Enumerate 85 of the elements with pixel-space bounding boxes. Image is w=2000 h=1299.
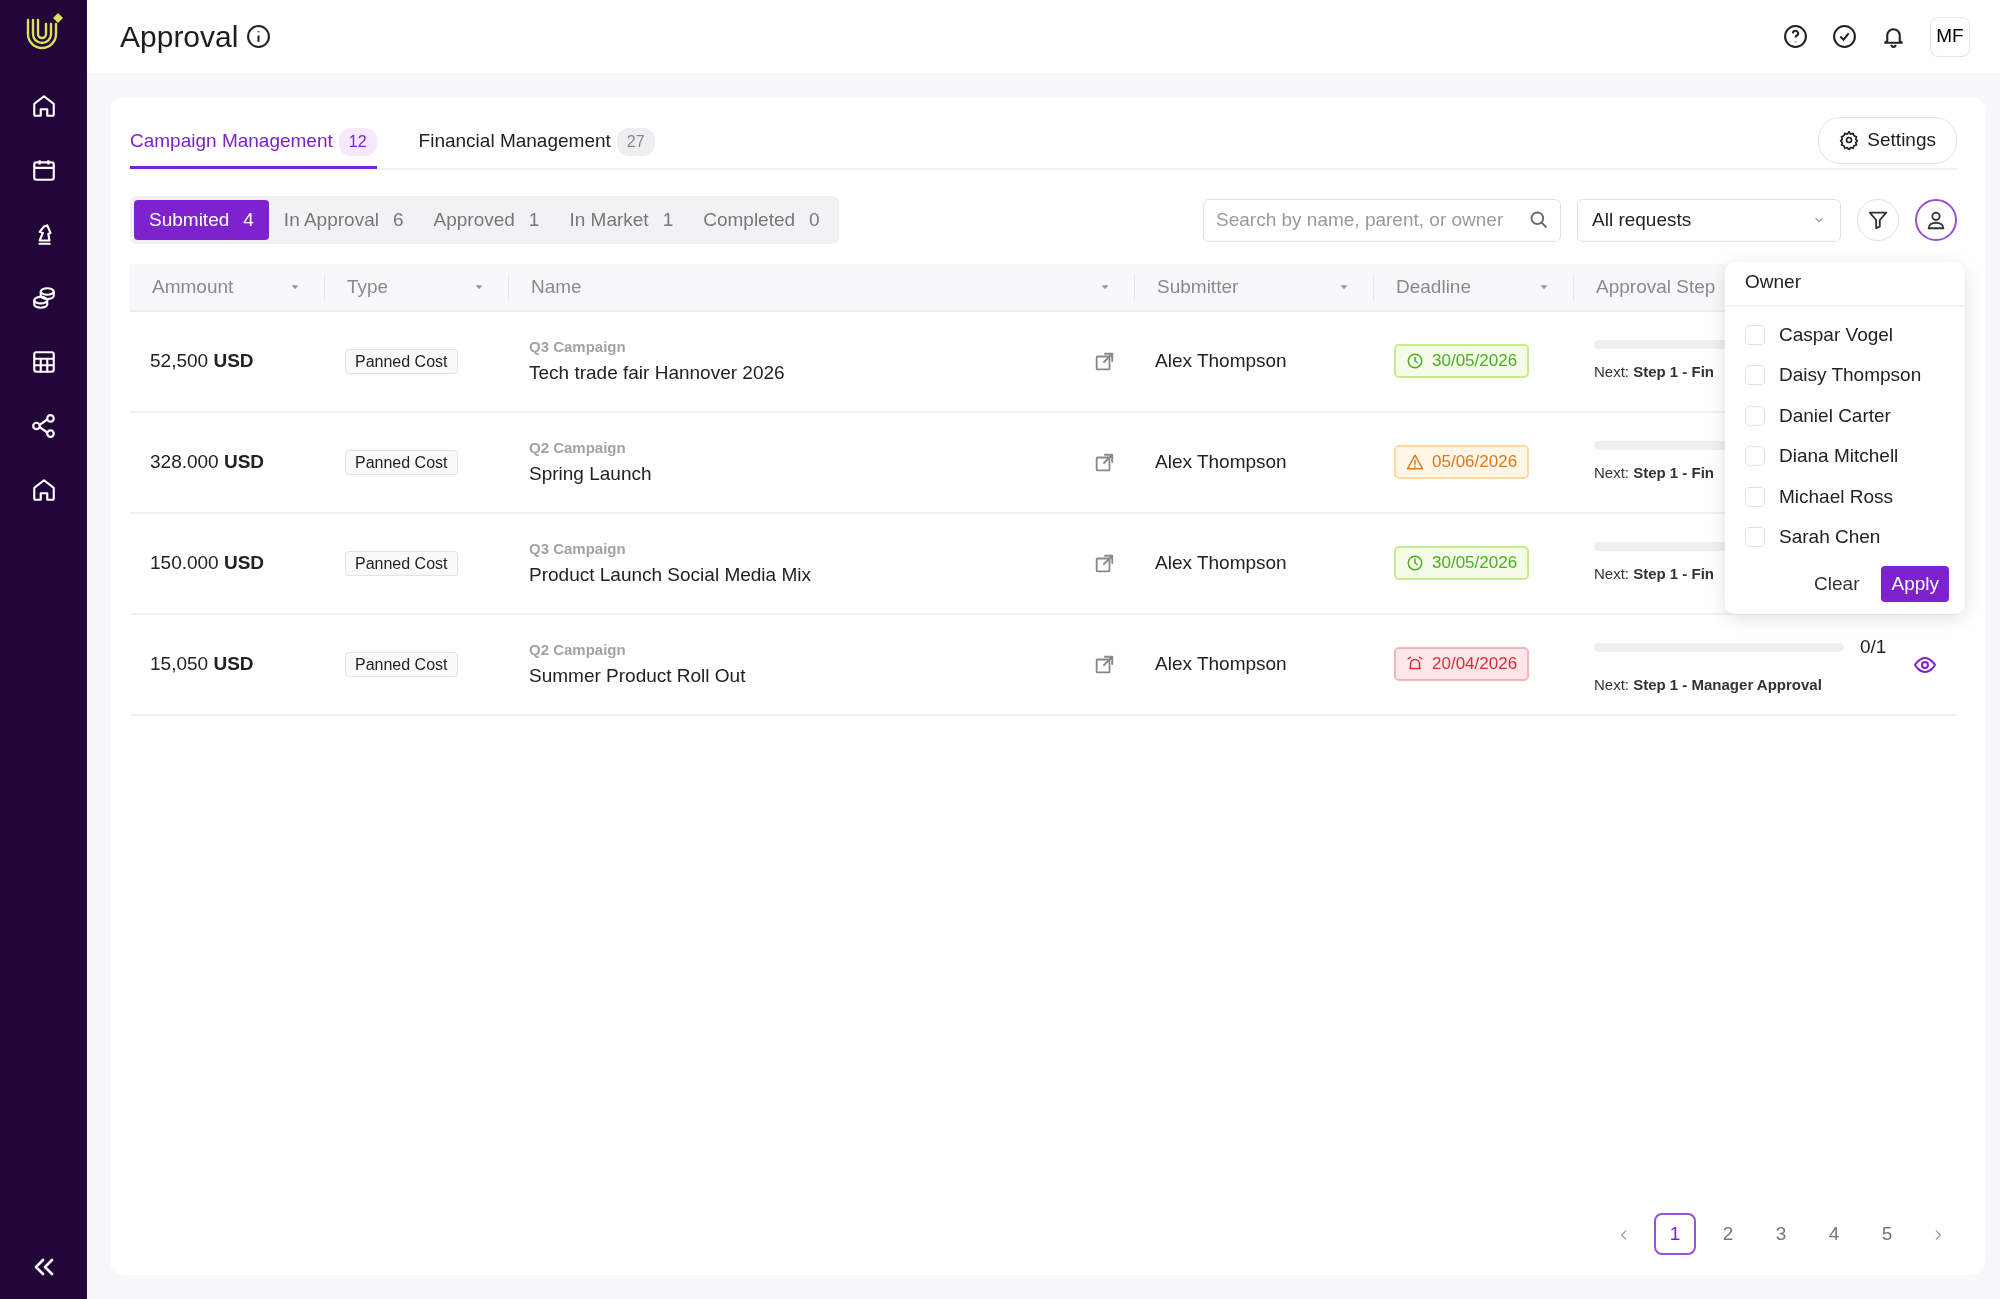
checkbox[interactable] [1745, 405, 1765, 426]
status-filter-tab[interactable]: In Approval 6 [268, 199, 419, 241]
cost-type-tag: Panned Cost [345, 652, 458, 678]
progress-count: 0/1 [1860, 635, 1887, 659]
clock-icon [1406, 352, 1424, 371]
checkbox[interactable] [1745, 527, 1765, 548]
checkbox[interactable] [1745, 365, 1765, 386]
settings-button[interactable]: Settings [1818, 117, 1957, 164]
submitter-name: Alex Thompson [1155, 653, 1287, 675]
home-icon[interactable] [30, 477, 57, 503]
owner-option[interactable]: Sarah Chen [1725, 517, 1965, 558]
owner-option[interactable]: Daniel Carter [1725, 395, 1965, 436]
next-step-text: Next: Step 1 - Manager Approval [1594, 674, 1822, 695]
share-icon[interactable] [30, 413, 57, 439]
cost-type-tag: Panned Cost [345, 551, 458, 577]
owner-option[interactable]: Diana Mitchell [1725, 436, 1965, 477]
page-button[interactable]: 1 [1654, 1213, 1696, 1255]
deadline-date: 05/06/2026 [1432, 451, 1518, 474]
amount-text: 15,050 USD [150, 653, 254, 675]
cost-type-tag: Panned Cost [345, 349, 458, 375]
tab[interactable]: Financial Management 27 [418, 117, 655, 169]
request-select[interactable]: All requests [1577, 198, 1841, 242]
check-circle-icon[interactable] [1832, 24, 1857, 49]
gear-icon [1839, 130, 1860, 151]
owner-option[interactable]: Michael Ross [1725, 476, 1965, 517]
parent-campaign: Q2 Campaign [529, 640, 626, 660]
status-filter-tab[interactable]: Submited 4 [134, 199, 269, 241]
count-badge: 27 [616, 128, 655, 156]
clock-icon [1406, 554, 1424, 573]
person-icon [1925, 209, 1947, 231]
request-name[interactable]: Summer Product Roll Out [529, 661, 746, 690]
page-button[interactable]: 3 [1760, 1213, 1802, 1255]
external-link-icon[interactable] [1093, 350, 1115, 373]
external-link-icon[interactable] [1093, 653, 1115, 676]
request-name[interactable]: Spring Launch [529, 459, 652, 488]
status-filter-tab[interactable]: Approved 1 [418, 199, 555, 241]
owner-option[interactable]: Daisy Thompson [1725, 355, 1965, 396]
funnel-icon [1867, 209, 1889, 231]
table-icon[interactable] [30, 349, 57, 375]
clear-button[interactable]: Clear [1808, 568, 1866, 599]
checkbox[interactable] [1745, 486, 1765, 507]
info-icon[interactable] [246, 24, 272, 49]
parent-campaign: Q3 Campaign [529, 337, 626, 357]
next-step-text: Next: Step 1 - Fin [1594, 462, 1715, 483]
next-step-text: Next: Step 1 - Fin [1594, 361, 1715, 382]
filter-button[interactable] [1857, 199, 1899, 241]
user-avatar[interactable]: MF [1930, 16, 1970, 57]
help-icon[interactable] [1783, 24, 1808, 49]
warning-icon [1406, 453, 1424, 472]
checkbox[interactable] [1745, 324, 1765, 345]
external-link-icon[interactable] [1093, 552, 1115, 575]
calendar-icon[interactable] [30, 157, 57, 183]
request-name[interactable]: Tech trade fair Hannover 2026 [529, 358, 785, 387]
status-filter-tab[interactable]: In Market 1 [554, 199, 689, 241]
submitter-name: Alex Thompson [1155, 552, 1287, 574]
deadline-date: 30/05/2026 [1432, 552, 1518, 575]
deadline-date: 20/04/2026 [1432, 653, 1518, 676]
amount-text: 328.000 USD [150, 451, 265, 473]
submitter-name: Alex Thompson [1155, 350, 1287, 372]
coins-icon[interactable] [30, 285, 57, 311]
apply-button[interactable]: Apply [1881, 565, 1949, 602]
page-button[interactable]: 2 [1707, 1213, 1749, 1255]
tab[interactable]: Campaign Management 12 [130, 117, 377, 169]
next-step-text: Next: Step 1 - Fin [1594, 563, 1715, 584]
amount-text: 52,500 USD [150, 350, 254, 372]
page-title: Approval [120, 18, 239, 55]
checkbox[interactable] [1745, 446, 1765, 467]
page-button[interactable]: 4 [1813, 1213, 1855, 1255]
search-icon [1529, 209, 1549, 230]
dropdown-title: Owner [1745, 271, 1801, 292]
parent-campaign: Q3 Campaign [529, 539, 626, 559]
cost-type-tag: Panned Cost [345, 450, 458, 476]
parent-campaign: Q2 Campaign [529, 438, 626, 458]
count-badge: 12 [338, 128, 377, 156]
page-button[interactable]: 5 [1866, 1213, 1908, 1255]
owner-filter-button[interactable] [1915, 199, 1957, 241]
status-filter-tab[interactable]: Completed 0 [688, 199, 835, 241]
deadline-date: 30/05/2026 [1432, 350, 1518, 373]
amount-text: 150.000 USD [150, 552, 265, 574]
external-link-icon[interactable] [1093, 451, 1115, 474]
owner-option[interactable]: Caspar Vogel [1725, 314, 1965, 355]
submitter-name: Alex Thompson [1155, 451, 1287, 473]
home-icon[interactable] [30, 93, 57, 119]
search-field[interactable]: Search by name, parent, or owner [1203, 198, 1561, 242]
request-name[interactable]: Product Launch Social Media Mix [529, 560, 811, 589]
